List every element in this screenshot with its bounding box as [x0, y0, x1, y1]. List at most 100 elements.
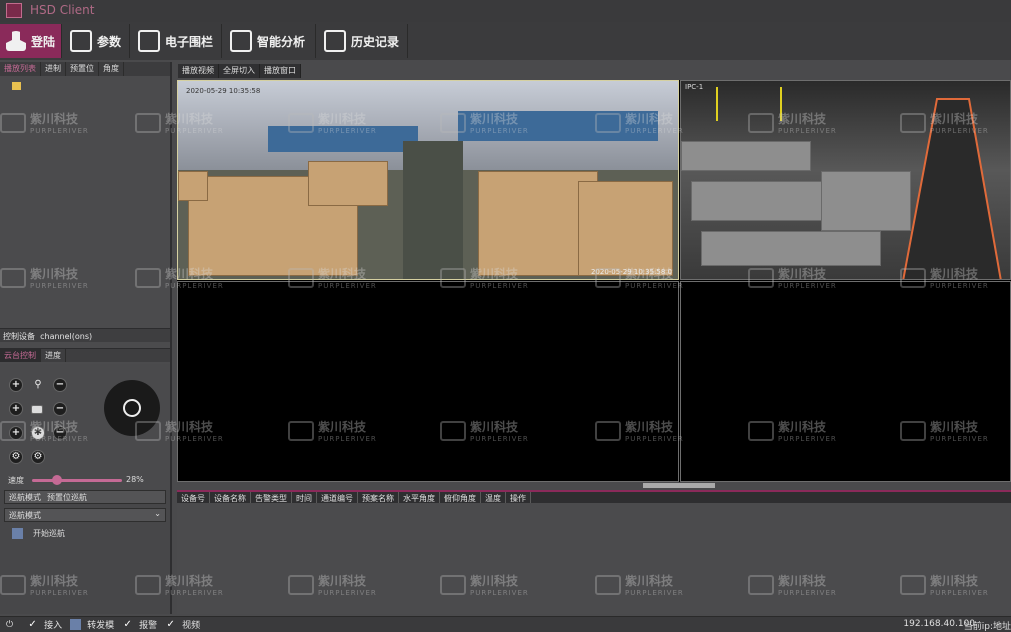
- check-icon[interactable]: ✓: [122, 619, 133, 630]
- column-horizontal-angle[interactable]: 水平角度: [399, 492, 440, 503]
- status-bar: ⏻ ✓ 接入 转发模 ✓ 报警 ✓ 视频 192.168.40.100 当前ip…: [0, 616, 1011, 632]
- focus-plus-button[interactable]: +: [9, 402, 23, 416]
- column-device-id[interactable]: 设备号: [177, 492, 210, 503]
- video-grid: 2020-05-29 10:35:58 2020-05-29 10:35:58 …: [177, 80, 1011, 482]
- map-fence-icon: [138, 30, 160, 52]
- video-tabs: 播放视频 全屏切入 播放窗口: [178, 64, 301, 78]
- wiper-button[interactable]: ⚙: [9, 450, 23, 464]
- status-label: 视频: [182, 621, 201, 631]
- rack: [458, 111, 658, 141]
- tab-progress[interactable]: 进度: [41, 349, 66, 362]
- patrol-mode-select[interactable]: 巡航模式 ⌄: [4, 508, 166, 522]
- patrol-mode-value: 巡航模式: [9, 511, 41, 520]
- tab-analysis[interactable]: 智能分析: [224, 24, 316, 58]
- control-device-value: channel(ons): [40, 332, 93, 341]
- user-icon: [6, 31, 26, 51]
- app-logo-icon: [6, 3, 22, 18]
- box-stack: [578, 181, 673, 276]
- joystick-knob-icon[interactable]: [123, 399, 141, 417]
- alarm-table-header: 设备号 设备名称 告警类型 时间 通道编号 预案名称 水平角度 俯仰角度 温度 …: [177, 490, 1011, 503]
- check-icon[interactable]: ✓: [165, 619, 176, 630]
- title-bar: HSD Client: [0, 0, 1011, 22]
- search-icon[interactable]: ⚲: [31, 378, 45, 392]
- speed-value: 28%: [126, 475, 144, 484]
- focus-minus-button[interactable]: −: [53, 402, 67, 416]
- status-right-text: 当前ip:地址: [963, 622, 1011, 632]
- tab-fence[interactable]: 电子围栏: [132, 24, 222, 58]
- column-pitch-angle[interactable]: 俯仰角度: [440, 492, 481, 503]
- preset-cruise-label: 预置位巡航: [47, 493, 87, 502]
- tab-play-video[interactable]: 播放视频: [178, 64, 219, 78]
- cell-overlay-top: IPC-1: [685, 83, 704, 91]
- status-item-forward[interactable]: 转发模: [70, 618, 114, 631]
- ptz-tabs: 云台控制 进度: [0, 348, 170, 362]
- aisle: [403, 141, 463, 279]
- check-icon[interactable]: ✓: [27, 619, 38, 630]
- status-label: 报警: [139, 621, 158, 631]
- cruise-mode-row[interactable]: 巡航模式 预置位巡航: [4, 490, 166, 504]
- column-alarm-type[interactable]: 告警类型: [251, 492, 292, 503]
- column-temperature[interactable]: 温度: [481, 492, 506, 503]
- speed-slider-handle[interactable]: [52, 475, 63, 485]
- control-device-label: 控制设备: [3, 332, 35, 341]
- monitor-icon: [230, 30, 252, 52]
- subtab-angle[interactable]: 角度: [99, 62, 124, 76]
- aperture-icon[interactable]: ✱: [31, 426, 45, 440]
- video-cell-2[interactable]: IPC-1: [680, 80, 1011, 280]
- status-label: 接入: [44, 621, 63, 631]
- subtab-preset[interactable]: 预置位: [66, 62, 99, 76]
- box-stack: [178, 171, 208, 201]
- speed-slider[interactable]: [32, 475, 122, 485]
- checkbox-icon[interactable]: [70, 619, 82, 630]
- zoom-in-button[interactable]: +: [9, 378, 23, 392]
- tab-login[interactable]: 登陆: [0, 24, 62, 58]
- subtab-mode[interactable]: 进制: [41, 62, 66, 76]
- power-icon[interactable]: ⏻: [6, 620, 13, 630]
- tab-label: 智能分析: [257, 34, 306, 49]
- column-channel[interactable]: 通道编号: [317, 492, 358, 503]
- subtab-playlist[interactable]: 播放列表: [0, 62, 41, 76]
- left-panel: 播放列表 进制 预置位 角度 控制设备 channel(ons) 云台控制 进度…: [0, 62, 172, 614]
- video-cell-3[interactable]: [177, 281, 679, 482]
- cell-overlay-bottom: 2020-05-29 10:35:58 0: [590, 268, 672, 276]
- main-tab-bar: 登陆 参数 电子围栏 智能分析 历史记录: [0, 22, 1011, 60]
- document-icon: [324, 30, 346, 52]
- column-plan-name[interactable]: 预案名称: [358, 492, 399, 503]
- start-cruise-checkbox[interactable]: 开始巡航: [12, 528, 65, 539]
- tab-fullscreen[interactable]: 全屏切入: [219, 64, 260, 78]
- tab-params[interactable]: 参数: [64, 24, 130, 58]
- iris-plus-button[interactable]: +: [9, 426, 23, 440]
- tab-ptz-control[interactable]: 云台控制: [0, 349, 41, 362]
- folder-icon[interactable]: [12, 82, 21, 90]
- status-item-video[interactable]: ✓ 视频: [165, 618, 200, 631]
- checkbox-icon[interactable]: [12, 528, 23, 539]
- ptz-joystick[interactable]: [104, 380, 160, 436]
- tab-label: 参数: [97, 34, 122, 49]
- left-subtabs: 播放列表 进制 预置位 角度: [0, 62, 170, 76]
- alarm-table-body: [177, 503, 1011, 614]
- cruise-mode-label: 巡航模式: [9, 493, 41, 502]
- start-cruise-label: 开始巡航: [33, 529, 65, 538]
- iris-minus-button[interactable]: −: [53, 426, 67, 440]
- light-button[interactable]: ⚙: [31, 450, 45, 464]
- chevron-down-icon: ⌄: [154, 509, 161, 518]
- video-cell-4[interactable]: [680, 281, 1011, 482]
- column-operation[interactable]: 操作: [506, 492, 531, 503]
- fence-zone-overlay: [716, 87, 1002, 279]
- cell-overlay-top: 2020-05-29 10:35:58: [186, 87, 261, 95]
- status-item-alarm[interactable]: ✓ 报警: [122, 618, 157, 631]
- video-cell-1[interactable]: 2020-05-29 10:35:58 2020-05-29 10:35:58 …: [177, 80, 679, 280]
- camera-icon[interactable]: [31, 405, 43, 414]
- column-device-name[interactable]: 设备名称: [210, 492, 251, 503]
- app-title: HSD Client: [30, 3, 95, 17]
- control-device-row[interactable]: 控制设备 channel(ons): [0, 328, 170, 342]
- status-item-access[interactable]: ✓ 接入: [27, 618, 62, 631]
- box-stack: [308, 161, 388, 206]
- tab-history[interactable]: 历史记录: [318, 24, 408, 58]
- video-scrollbar[interactable]: [643, 483, 715, 488]
- ptz-control-area: + ⚲ − + − + ✱ − ⚙ ⚙ 速度 28%: [0, 364, 170, 490]
- zoom-out-button[interactable]: −: [53, 378, 67, 392]
- tab-play-window[interactable]: 播放窗口: [260, 64, 301, 78]
- column-time[interactable]: 时间: [292, 492, 317, 503]
- rack: [268, 126, 418, 152]
